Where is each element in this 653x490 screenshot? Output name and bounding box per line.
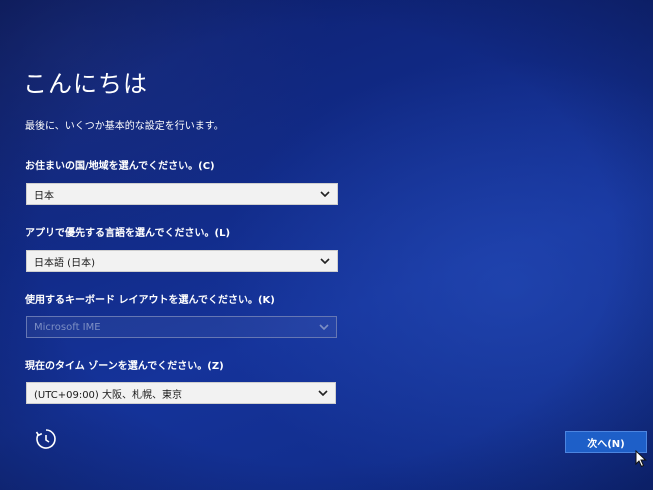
chevron-down-icon <box>313 383 333 403</box>
time-zone-label: 現在のタイム ゾーンを選んでください。(Z) <box>25 361 224 372</box>
chevron-down-icon <box>315 251 335 271</box>
mouse-pointer-icon <box>635 449 647 468</box>
keyboard-layout-select: Microsoft IME <box>26 316 337 338</box>
country-region-select[interactable]: 日本 <box>26 183 338 205</box>
country-region-value: 日本 <box>34 190 54 202</box>
chevron-down-icon <box>314 317 334 337</box>
restart-icon[interactable] <box>34 427 58 451</box>
app-language-label: アプリで優先する言語を選んでください。(L) <box>25 228 231 239</box>
page-title: こんにちは <box>23 70 148 98</box>
country-region-label: お住まいの国/地域を選んでください。(C) <box>25 161 215 172</box>
time-zone-value: (UTC+09:00) 大阪、札幌、東京 <box>34 389 183 401</box>
chevron-down-icon <box>315 184 335 204</box>
time-zone-select[interactable]: (UTC+09:00) 大阪、札幌、東京 <box>26 382 336 404</box>
app-language-value: 日本語 (日本) <box>34 257 95 269</box>
keyboard-layout-value: Microsoft IME <box>34 321 101 333</box>
app-language-select[interactable]: 日本語 (日本) <box>26 250 338 272</box>
page-subtitle: 最後に、いくつか基本的な設定を行います。 <box>25 121 224 132</box>
keyboard-layout-label: 使用するキーボード レイアウトを選んでください。(K) <box>25 295 275 306</box>
